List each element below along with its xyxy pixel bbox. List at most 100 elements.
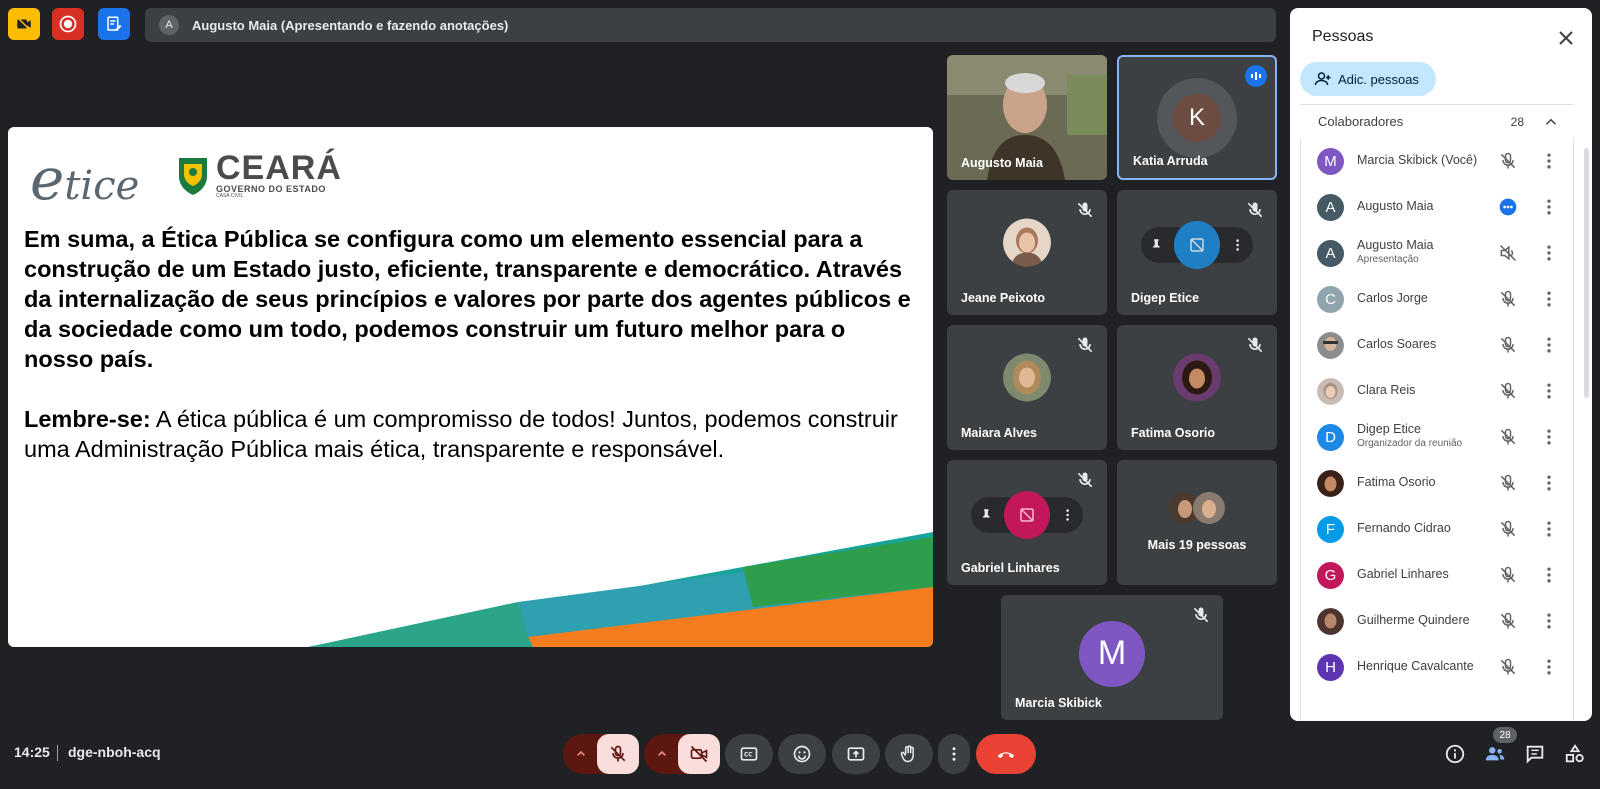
tile-name: Augusto Maia [961,156,1043,170]
person-name: Gabriel Linhares [1357,567,1449,581]
list-item[interactable]: G Gabriel Linhares [1301,552,1575,598]
list-item[interactable]: Clara Reis [1301,368,1575,414]
meeting-code[interactable]: dge-nboh-acq [68,744,161,760]
mic-off-icon [1247,202,1263,218]
ceara-logo-casa: CASA CIVIL [216,193,244,199]
more-vert-icon[interactable] [1060,507,1075,523]
more-vert-icon[interactable] [1539,473,1559,493]
more-vert-icon[interactable] [1539,243,1559,263]
list-item[interactable]: M Marcia Skibick (Você) [1301,138,1575,184]
list-item[interactable]: Guilherme Quindere [1301,598,1575,644]
tile-jeane-peixoto[interactable]: Jeane Peixoto [947,190,1107,315]
more-vert-icon[interactable] [1539,151,1559,171]
tile-name: Katia Arruda [1133,154,1208,168]
chat-button[interactable] [1521,740,1549,768]
info-icon [1445,744,1465,764]
close-icon[interactable] [1554,26,1578,50]
layout-icon [1020,507,1034,522]
tile-digep-etice[interactable]: Digep Etice [1117,190,1277,315]
more-vert-icon[interactable] [1539,197,1559,217]
tile-marcia-skibick[interactable]: M Marcia Skibick [1001,595,1223,720]
ceara-logo: CEARÁ GOVERNO DO ESTADO CASA CIVIL [176,151,342,199]
more-vert-icon[interactable] [1539,381,1559,401]
person-name: Carlos Soares [1357,337,1437,351]
katia-avatar: K [1173,93,1221,142]
mic-off-icon[interactable] [1498,611,1518,631]
more-vert-icon[interactable] [1539,565,1559,585]
more-people-label: Mais 19 pessoas [1147,538,1247,552]
avatar [1317,608,1344,635]
list-item[interactable]: Fatima Osorio [1301,460,1575,506]
speaking-indicator-icon [1499,198,1517,216]
more-vert-icon[interactable] [1539,427,1559,447]
more-vert-icon[interactable] [1539,519,1559,539]
more-vert-icon[interactable] [1539,611,1559,631]
list-item[interactable]: H Henrique Cavalcante [1301,644,1575,690]
collaborators-section-header[interactable]: Colaboradores 28 [1300,104,1574,138]
more-vert-icon[interactable] [1539,289,1559,309]
present-button[interactable] [832,734,880,774]
more-options-button[interactable] [938,734,970,774]
mic-off-icon[interactable] [1498,657,1518,677]
no-video-app-button[interactable] [8,8,40,40]
mic-toggle-button[interactable] [597,734,639,774]
person-name: Henrique Cavalcante [1357,659,1474,673]
mic-off-icon[interactable] [1498,519,1518,539]
list-item[interactable]: Carlos Soares [1301,322,1575,368]
people-button[interactable] [1481,740,1509,768]
raise-hand-button[interactable] [885,734,933,774]
more-vert-icon[interactable] [1539,335,1559,355]
chevron-up-icon[interactable] [573,746,589,762]
tile-augusto-maia[interactable]: Augusto Maia [947,55,1107,180]
chevron-up-icon[interactable] [654,746,670,762]
reactions-button[interactable] [778,734,826,774]
slide-paragraph-1: Em suma, a Ética Pública se configura co… [24,226,911,372]
leave-call-button[interactable] [976,734,1036,774]
tile-maiara-alves[interactable]: Maiara Alves [947,325,1107,450]
mic-off-icon[interactable] [1498,565,1518,585]
avatar [1317,470,1344,497]
mic-off-icon[interactable] [1498,381,1518,401]
notes-button[interactable] [98,8,130,40]
shapes-icon [1565,744,1584,763]
mic-off-icon[interactable] [1498,473,1518,493]
mic-off-icon [1193,607,1209,623]
tile-katia-arruda[interactable]: K Katia Arruda [1117,55,1277,180]
chat-icon [1526,745,1544,764]
panel-scrollbar[interactable] [1584,148,1589,398]
activities-button[interactable] [1561,740,1589,768]
list-item[interactable]: F Fernando Cidrao [1301,506,1575,552]
mic-off-icon[interactable] [1498,151,1518,171]
list-item[interactable]: A Augusto Maia Apresentação [1301,230,1575,276]
tile-fatima-osorio[interactable]: Fatima Osorio [1117,325,1277,450]
mic-off-icon[interactable] [1498,427,1518,447]
meeting-details-button[interactable] [1441,740,1469,768]
camera-toggle-button[interactable] [678,734,720,774]
presenter-bar: A Augusto Maia (Apresentando e fazendo a… [145,8,1276,42]
jeane-avatar-wrap [1003,218,1051,271]
recording-button[interactable] [52,8,84,40]
more-vert-icon [952,747,956,761]
tile-gabriel-linhares[interactable]: Gabriel Linhares [947,460,1107,585]
mic-off-icon [1077,202,1093,218]
pin-icon[interactable] [1149,237,1164,253]
captions-button[interactable]: CC [725,734,773,774]
tile-hover-controls [1141,220,1253,269]
list-item[interactable]: A Augusto Maia [1301,184,1575,230]
volume-off-icon[interactable] [1498,243,1518,263]
pin-icon[interactable] [979,507,994,523]
more-people-avatars [1169,492,1225,524]
more-vert-icon[interactable] [1539,657,1559,677]
more-vert-icon[interactable] [1230,237,1245,253]
list-item[interactable]: D Digep Etice Organizador da reunião [1301,414,1575,460]
marcia-avatar: M [1079,620,1145,687]
meeting-time: 14:25 [14,744,50,760]
list-item[interactable]: C Carlos Jorge [1301,276,1575,322]
add-people-button[interactable]: Adic. pessoas [1300,62,1436,96]
tile-more-people[interactable]: Mais 19 pessoas [1117,460,1277,585]
ceara-crest-icon [179,158,207,195]
camera-control-group [644,734,720,774]
mic-off-icon[interactable] [1498,335,1518,355]
mic-off-icon[interactable] [1498,289,1518,309]
avatar: H [1317,654,1344,681]
